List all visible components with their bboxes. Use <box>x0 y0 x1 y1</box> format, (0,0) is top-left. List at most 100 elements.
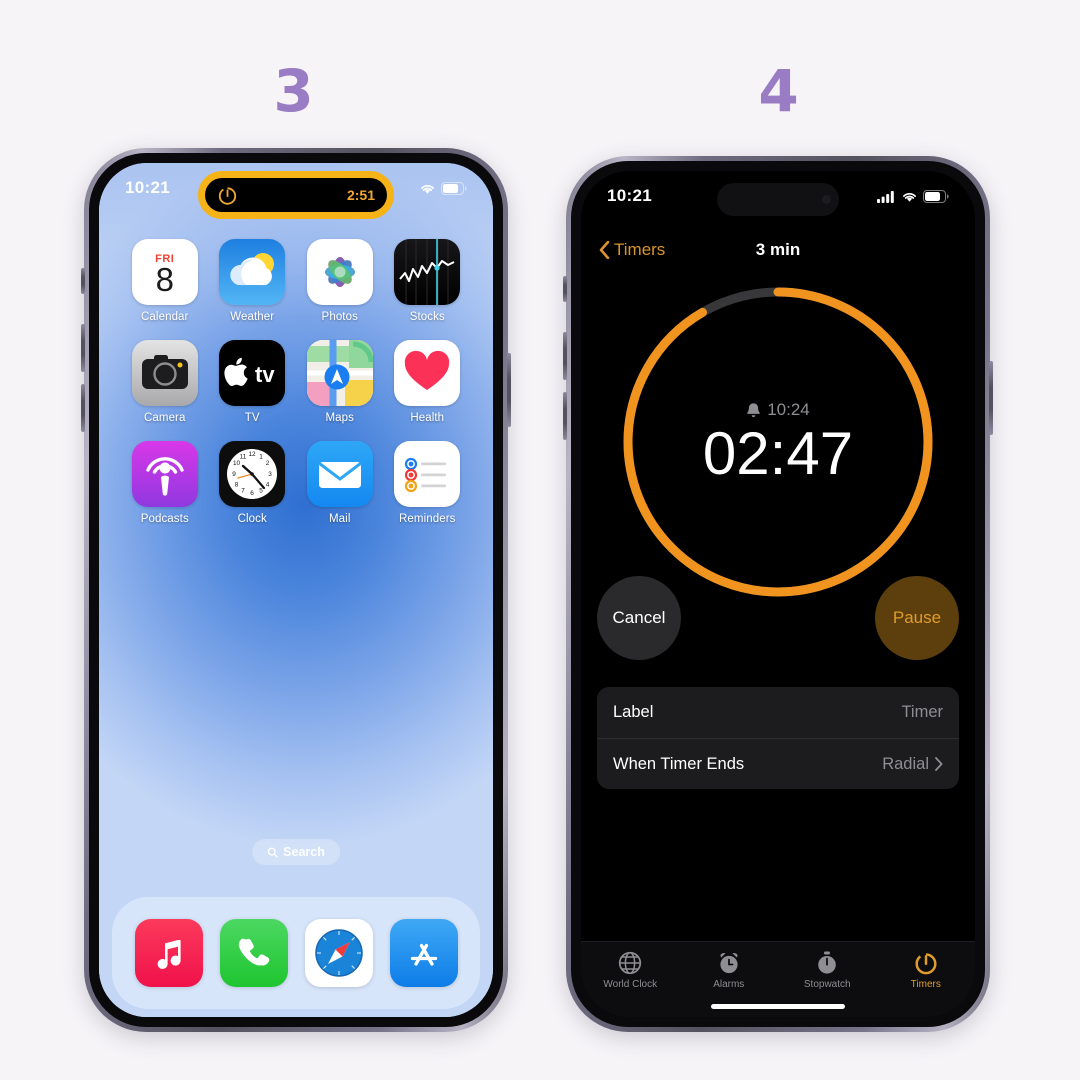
volume-up-button[interactable] <box>563 332 567 380</box>
battery-icon <box>923 189 949 203</box>
phone-icon[interactable] <box>219 919 288 987</box>
setting-value: Timer <box>901 703 943 721</box>
back-label: Timers <box>614 240 666 259</box>
app-clock[interactable]: 12 1 2 345 678 9 10 11 Clock <box>209 441 297 525</box>
app-tv[interactable]: tv TV <box>209 340 297 424</box>
cancel-button[interactable]: Cancel <box>597 576 681 660</box>
app-grid: FRI 8 Calendar Weather Photos Stocks Cam… <box>99 239 493 525</box>
phone-left-screen: 10:21 2:51 FRI 8 Calendar Weather Photos… <box>99 163 493 1017</box>
app-mail[interactable]: Mail <box>296 441 384 525</box>
chevron-right-icon <box>935 757 943 771</box>
clock-icon: 12 1 2 345 678 9 10 11 <box>219 441 286 507</box>
phone-right-screen: 10:21 Timers 3 min 10:24 02:47 Cancel Pa… <box>581 171 975 1017</box>
tv-icon: tv <box>219 340 286 406</box>
step-number-4: 4 <box>758 57 798 125</box>
power-button[interactable] <box>507 353 511 427</box>
music-icon[interactable] <box>134 919 203 987</box>
tab-stopwatch[interactable]: Stopwatch <box>778 950 877 990</box>
alarm-time-row: 10:24 <box>746 400 810 420</box>
silent-switch[interactable] <box>81 268 85 294</box>
setting-label: When Timer Ends <box>613 754 745 773</box>
tab-timers[interactable]: Timers <box>877 950 976 990</box>
alarm-time: 10:24 <box>767 399 810 419</box>
silent-switch[interactable] <box>563 276 567 302</box>
svg-text:11: 11 <box>240 454 247 461</box>
volume-up-button[interactable] <box>81 324 85 372</box>
app-weather[interactable]: Weather <box>209 239 297 323</box>
app-label: Calendar <box>141 311 189 323</box>
search-label: Search <box>283 845 325 859</box>
app-health[interactable]: Health <box>384 340 472 424</box>
svg-text:2: 2 <box>266 460 270 467</box>
app-stocks[interactable]: Stocks <box>384 239 472 323</box>
svg-text:tv: tv <box>255 362 275 387</box>
setting-label: Label <box>613 703 654 721</box>
timer-remaining: 02:47 <box>702 419 854 487</box>
home-indicator[interactable] <box>711 1004 845 1009</box>
wifi-icon <box>903 192 916 202</box>
photos-icon <box>306 239 373 305</box>
battery-icon <box>441 181 467 195</box>
chevron-left-icon <box>599 241 610 259</box>
search-button[interactable]: Search <box>252 839 340 865</box>
stopwatch-icon <box>818 951 837 974</box>
globe-icon <box>619 951 642 975</box>
app-label: Camera <box>143 412 186 424</box>
dynamic-island[interactable]: 2:51 <box>205 178 387 212</box>
status-bar-time: 10:21 <box>125 178 170 197</box>
phone-left-home-screen: 10:21 2:51 FRI 8 Calendar Weather Photos… <box>81 148 511 1032</box>
dynamic-island[interactable] <box>717 183 839 216</box>
pause-button[interactable]: Pause <box>875 576 959 660</box>
volume-down-button[interactable] <box>81 384 85 432</box>
dynamic-island-live-activity[interactable]: 2:51 <box>198 171 394 219</box>
app-camera[interactable]: Camera <box>121 340 209 424</box>
camera-icon <box>131 340 198 406</box>
setting-row-label[interactable]: Label Timer <box>597 687 959 738</box>
svg-text:1: 1 <box>259 454 263 461</box>
tab-world-clock[interactable]: World Clock <box>581 950 680 990</box>
svg-text:10: 10 <box>233 460 241 467</box>
mail-icon <box>306 441 373 507</box>
tab-label: Alarms <box>713 979 745 990</box>
bell-icon <box>747 402 761 417</box>
volume-down-button[interactable] <box>563 392 567 440</box>
timer-progress-ring: 10:24 02:47 <box>619 283 937 601</box>
svg-text:8: 8 <box>235 482 239 489</box>
app-podcasts[interactable]: Podcasts <box>121 441 209 525</box>
app-maps[interactable]: Maps <box>296 340 384 424</box>
app-calendar[interactable]: FRI 8 Calendar <box>121 239 209 323</box>
app-store-icon[interactable] <box>389 919 458 987</box>
power-button[interactable] <box>989 361 993 435</box>
live-activity-highlight-ring: 2:51 <box>198 171 394 219</box>
svg-text:3: 3 <box>268 471 272 478</box>
comparison-stage: 3 4 10:21 2:51 FRI 8 Calendar Weather Ph… <box>0 0 1080 1080</box>
app-label: Mail <box>329 513 351 525</box>
alarm-icon <box>720 953 738 974</box>
dock <box>112 897 480 1009</box>
phone-right-bezel: 10:21 Timers 3 min 10:24 02:47 Cancel Pa… <box>571 161 985 1027</box>
cellular-bars-icon <box>877 190 894 203</box>
app-label: Stocks <box>409 311 445 323</box>
tab-alarms[interactable]: Alarms <box>680 950 779 990</box>
wifi-icon <box>421 184 434 194</box>
phone-left-bezel: 10:21 2:51 FRI 8 Calendar Weather Photos… <box>89 153 503 1027</box>
app-photos[interactable]: Photos <box>296 239 384 323</box>
app-label: TV <box>244 412 260 424</box>
svg-text:4: 4 <box>266 482 270 489</box>
app-reminders[interactable]: Reminders <box>384 441 472 525</box>
back-to-timers-button[interactable]: Timers <box>599 240 665 260</box>
phone-right-timer-screen: 10:21 Timers 3 min 10:24 02:47 Cancel Pa… <box>563 156 993 1032</box>
app-label: Maps <box>325 412 355 424</box>
health-icon <box>394 340 461 406</box>
reminders-icon <box>394 441 461 507</box>
tab-label: Stopwatch <box>803 979 851 990</box>
app-label: Podcasts <box>140 513 189 525</box>
safari-icon[interactable] <box>304 919 373 987</box>
search-icon <box>267 847 278 858</box>
app-label: Health <box>410 412 445 424</box>
timer-readout: 10:24 02:47 <box>619 283 937 601</box>
setting-row-when-timer-ends[interactable]: When Timer Ends Radial <box>597 738 959 789</box>
setting-value: Radial <box>882 754 929 773</box>
tab-label: World Clock <box>603 979 658 990</box>
step-number-3: 3 <box>273 57 313 125</box>
